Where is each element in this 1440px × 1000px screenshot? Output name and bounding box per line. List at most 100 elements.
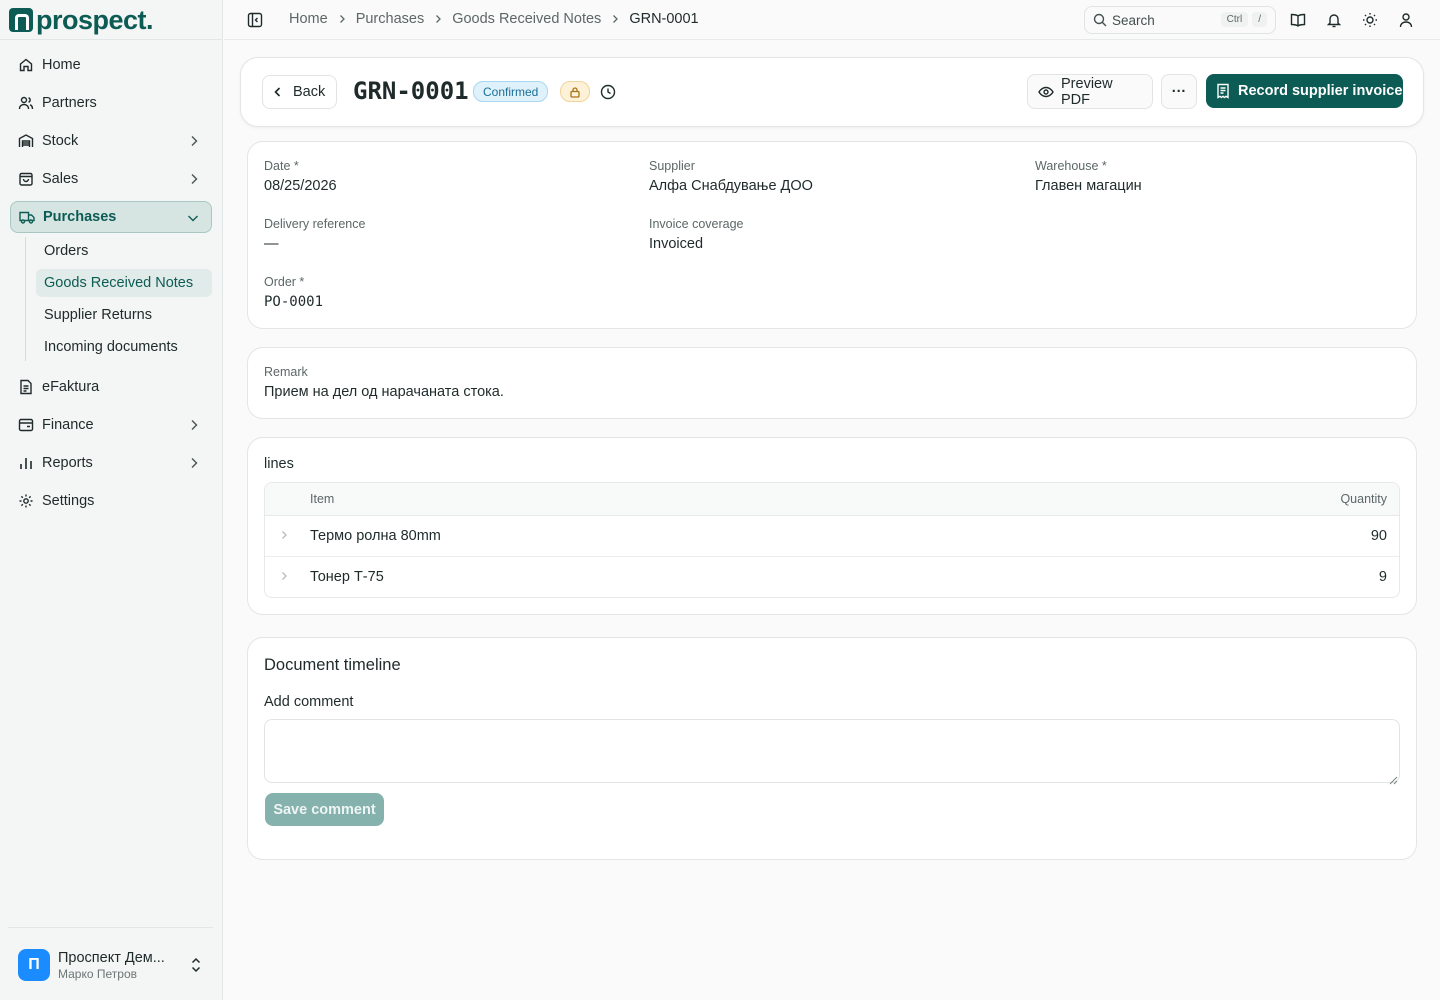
cell-quantity: 90 — [1370, 528, 1387, 544]
resize-handle-icon[interactable] — [1389, 772, 1414, 857]
chevron-right-icon[interactable] — [279, 570, 289, 586]
sidebar-subitem-orders[interactable]: Orders — [36, 237, 212, 265]
chevron-right-icon[interactable] — [279, 529, 289, 545]
sidebar-subitem-incoming-documents[interactable]: Incoming documents — [36, 333, 212, 361]
breadcrumb-purchases[interactable]: Purchases — [356, 11, 425, 27]
more-actions-button[interactable]: ··· — [1161, 74, 1197, 109]
comment-label: Add comment — [264, 694, 354, 710]
shopping-bag-icon — [18, 171, 34, 187]
top-bar: Home Purchases Goods Received Notes GRN-… — [224, 0, 1440, 40]
sidebar-item-partners[interactable]: Partners — [10, 87, 212, 119]
sidebar-item-label: Sales — [42, 171, 79, 187]
comment-input[interactable] — [264, 719, 1400, 783]
bell-icon[interactable] — [1326, 12, 1342, 28]
main-nav: Home Partners Stock Sales Purchases Orde… — [10, 49, 212, 523]
history-icon[interactable] — [600, 84, 616, 103]
brand-name: prospect. — [36, 4, 154, 35]
chevron-right-icon — [610, 12, 620, 27]
kbd-key: Ctrl — [1220, 12, 1249, 27]
sidebar-item-sales[interactable]: Sales — [10, 163, 212, 195]
column-header-quantity: Quantity — [1340, 492, 1387, 506]
more-horizontal-icon: ··· — [1171, 83, 1187, 100]
cell-quantity: 9 — [1378, 569, 1387, 585]
order-label: Order * — [264, 275, 305, 289]
sidebar-item-label: Stock — [42, 133, 79, 149]
document-icon — [18, 379, 34, 395]
sidebar: prospect. Home Partners Stock Sales Purc… — [0, 0, 223, 1000]
purchases-subnav: Orders Goods Received Notes Supplier Ret… — [25, 237, 212, 361]
remark-label: Remark — [264, 365, 308, 379]
home-icon — [18, 57, 34, 73]
sidebar-item-stock[interactable]: Stock — [10, 125, 212, 157]
bar-chart-icon — [18, 455, 34, 471]
sidebar-item-finance[interactable]: Finance — [10, 409, 212, 441]
user-info: Проспект Дем... Марко Петров — [58, 950, 165, 981]
receipt-icon — [1216, 83, 1230, 99]
table-header: Item Quantity — [265, 483, 1399, 516]
save-comment-button[interactable]: Save comment — [265, 793, 384, 826]
lines-card: lines Item Quantity Термо ролна 80mm 90 … — [247, 437, 1417, 615]
warehouse-icon — [18, 133, 34, 149]
chevrons-up-down-icon — [188, 956, 204, 977]
sidebar-item-settings[interactable]: Settings — [10, 485, 212, 517]
user-switcher[interactable]: П Проспект Дем... Марко Петров — [18, 947, 208, 983]
chevron-right-icon — [337, 12, 347, 27]
sidebar-item-reports[interactable]: Reports — [10, 447, 212, 479]
user-icon[interactable] — [1398, 12, 1414, 28]
sidebar-item-label: Purchases — [43, 209, 117, 225]
sidebar-item-label: Partners — [42, 95, 97, 111]
lines-table: Item Quantity Термо ролна 80mm 90 Тонер … — [264, 482, 1400, 598]
sidebar-item-label: Settings — [42, 493, 95, 509]
record-supplier-invoice-button[interactable]: Record supplier invoice — [1206, 74, 1403, 108]
divider — [0, 39, 222, 40]
lock-icon — [560, 81, 590, 102]
cell-item: Тонер Т-75 — [310, 569, 384, 585]
truck-icon — [19, 209, 35, 225]
supplier-label: Supplier — [649, 159, 695, 173]
chevron-right-icon — [186, 133, 202, 149]
document-timeline-card: Document timeline Add comment Save comme… — [247, 637, 1417, 860]
remark-card: Remark Прием на дел од нарачаната стока. — [247, 347, 1417, 419]
sidebar-item-home[interactable]: Home — [10, 49, 212, 81]
lines-title: lines — [264, 456, 294, 472]
sidebar-toggle-icon[interactable] — [247, 12, 263, 28]
eye-icon — [1038, 84, 1054, 100]
preview-pdf-button[interactable]: Preview PDF — [1027, 74, 1153, 109]
brand-logo[interactable]: prospect. — [9, 4, 154, 35]
record-supplier-invoice-label: Record supplier invoice — [1238, 83, 1403, 99]
chevron-right-icon — [433, 12, 443, 27]
remark-value: Прием на дел од нарачаната стока. — [264, 384, 504, 400]
date-value: 08/25/2026 — [264, 178, 337, 194]
status-badge: Confirmed — [473, 81, 549, 102]
breadcrumb-current: GRN-0001 — [629, 11, 699, 27]
cell-item: Термо ролна 80mm — [310, 528, 441, 544]
sidebar-item-efaktura[interactable]: eFaktura — [10, 371, 212, 403]
back-button[interactable]: Back — [262, 75, 337, 109]
breadcrumb-home[interactable]: Home — [289, 11, 328, 27]
search-icon — [1093, 13, 1107, 27]
sidebar-subitem-supplier-returns[interactable]: Supplier Returns — [36, 301, 212, 329]
sidebar-item-purchases[interactable]: Purchases — [10, 201, 212, 233]
chevron-right-icon — [186, 171, 202, 187]
breadcrumb: Home Purchases Goods Received Notes GRN-… — [289, 11, 699, 27]
sidebar-item-label: Home — [42, 57, 81, 73]
divider — [8, 927, 213, 928]
search-button[interactable]: Search Ctrl / — [1084, 6, 1276, 34]
book-open-icon[interactable] — [1290, 12, 1306, 28]
invoice-coverage-label: Invoice coverage — [649, 217, 744, 231]
kbd-key: / — [1252, 12, 1267, 27]
table-row[interactable]: Тонер Т-75 9 — [265, 557, 1399, 597]
details-card: Date * 08/25/2026 Supplier Алфа Снабдува… — [247, 141, 1417, 329]
table-row[interactable]: Термо ролна 80mm 90 — [265, 516, 1399, 557]
search-label: Search — [1112, 12, 1155, 28]
timeline-title: Document timeline — [264, 656, 401, 674]
warehouse-label: Warehouse * — [1035, 159, 1107, 173]
sidebar-item-label: eFaktura — [42, 379, 100, 395]
gear-icon — [18, 493, 34, 509]
sidebar-subitem-goods-received-notes[interactable]: Goods Received Notes — [36, 269, 212, 297]
wallet-icon — [18, 417, 34, 433]
page-title: GRN-0001 — [353, 77, 469, 105]
back-label: Back — [293, 84, 326, 100]
sun-icon[interactable] — [1362, 12, 1378, 28]
breadcrumb-goods-received-notes[interactable]: Goods Received Notes — [452, 11, 601, 27]
